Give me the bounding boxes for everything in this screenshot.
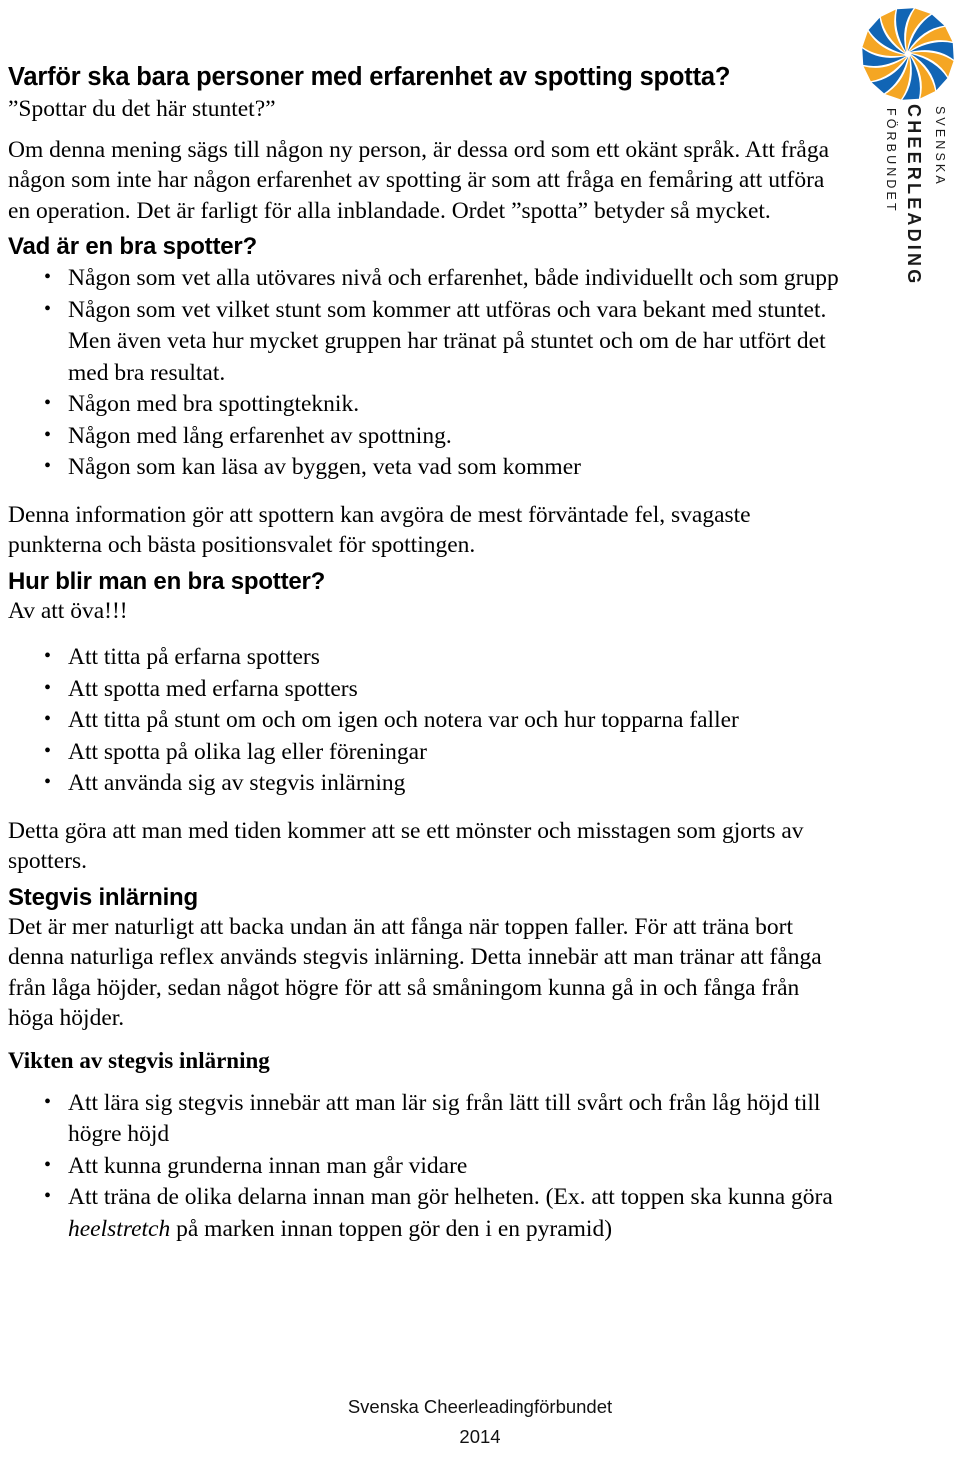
- list-item: Att titta på erfarna spotters: [8, 641, 846, 674]
- list-item: Någon med lång erfarenhet av spottning.: [8, 420, 846, 453]
- list-item: Att spotta på olika lag eller föreningar: [8, 736, 846, 769]
- paragraph-stegvis-inlarning: Det är mer naturligt att backa undan än …: [8, 913, 822, 1032]
- list-item-text-before: Att träna de olika delarna innan man gör…: [68, 1184, 833, 1210]
- list-item-text-after: på marken innan toppen gör den i en pyra…: [170, 1215, 613, 1242]
- list-item: Någon som vet alla utövares nivå och erf…: [8, 262, 846, 295]
- list-item: Att spotta med erfarna spotters: [8, 673, 846, 706]
- list-item: Någon med bra spottingteknik.: [8, 388, 846, 421]
- list-item: Att kunna grunderna innan man går vidare: [8, 1150, 846, 1183]
- list-item: Att titta på stunt om och om igen och no…: [8, 704, 846, 737]
- page-footer: Svenska Cheerleadingförbundet 2014: [0, 1392, 960, 1452]
- paragraph-detta-gora: Detta göra att man med tiden kommer att …: [8, 817, 804, 875]
- section-heading-vikten-av-stegvis-inlarning: Vikten av stegvis inlärning: [8, 1047, 270, 1073]
- logo-line-forbundet: FÖRBUNDET: [884, 108, 898, 214]
- bullet-list-vikten: Att lära sig stegvis innebär att man lär…: [8, 1087, 846, 1246]
- bullet-list-hur: Att titta på erfarna spotters Att spotta…: [8, 641, 846, 800]
- paragraph-denna-information: Denna information gör att spottern kan a…: [8, 501, 751, 559]
- list-item: Någon som kan läsa av byggen, veta vad s…: [8, 451, 846, 484]
- section-heading-stegvis-inlarning: Stegvis inlärning: [8, 883, 198, 911]
- footer-year: 2014: [459, 1426, 501, 1447]
- logo-line-svenska: SVENSKA: [933, 106, 947, 187]
- list-item: Att lära sig stegvis innebär att man lär…: [8, 1087, 846, 1151]
- footer-organisation: Svenska Cheerleadingförbundet: [347, 1396, 613, 1417]
- logo-wordmark: SVENSKA CHEERLEADING FÖRBUNDET: [852, 102, 960, 328]
- list-item: Att använda sig av stegvis inlärning: [8, 767, 846, 800]
- section-heading-hur-blir-man-en-bra-spotter: Hur blir man en bra spotter?: [8, 567, 326, 595]
- pinwheel-starburst-logo-icon: [862, 8, 954, 100]
- bullet-list-vad: Någon som vet alla utövares nivå och erf…: [8, 262, 846, 484]
- intro-paragraph: Om denna mening sägs till någon ny perso…: [8, 136, 830, 224]
- intro-quote: ”Spottar du det här stuntet?”: [8, 96, 276, 122]
- list-item-emphasis-heelstretch: heelstretch: [68, 1215, 171, 1242]
- list-item: Någon som vet vilket stunt som kommer at…: [8, 294, 846, 390]
- page-title: Varför ska bara personer med erfarenhet …: [8, 63, 731, 91]
- paragraph-av-att-ova: Av att öva!!!: [8, 597, 128, 624]
- list-item: Att träna de olika delarna innan man gör…: [8, 1181, 846, 1245]
- document-body: Varför ska bara personer med erfarenhet …: [0, 0, 846, 1245]
- organisation-logo: SVENSKA CHEERLEADING FÖRBUNDET: [852, 2, 960, 332]
- logo-line-cheerleading: CHEERLEADING: [904, 104, 924, 287]
- section-heading-vad-ar-en-bra-spotter: Vad är en bra spotter?: [8, 233, 258, 260]
